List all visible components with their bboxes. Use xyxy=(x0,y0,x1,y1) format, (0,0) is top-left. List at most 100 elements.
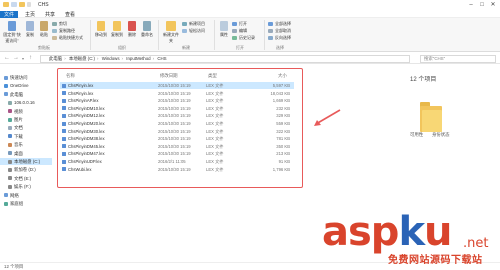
tab-file[interactable]: 文件 xyxy=(0,11,18,18)
breadcrumb-item[interactable]: Windows xyxy=(102,56,120,61)
preview-desc-label: 身份状态 xyxy=(432,132,450,137)
nav-item-label: 家庭组 xyxy=(10,201,24,206)
nav-item-label: 图片 xyxy=(14,117,23,122)
shortcut-icon xyxy=(52,36,57,40)
history-button[interactable]: 历史记录 xyxy=(232,35,255,41)
properties-button[interactable]: 属性 xyxy=(218,21,230,38)
nav-item[interactable]: OneDrive xyxy=(0,82,52,89)
nav-item[interactable]: 文档 xyxy=(0,124,52,131)
ribbon-separator xyxy=(158,20,159,50)
nav-item[interactable]: 桌面 xyxy=(0,150,52,157)
address-bar: ← → ▾ ↑ 此电脑 › 本地磁盘 (C:) › Windows › InputMe… xyxy=(0,53,500,64)
nav-item-label: 下载 xyxy=(14,133,23,139)
breadcrumb-item[interactable]: 本地磁盘 (C:) xyxy=(69,56,95,61)
nav-item-icon xyxy=(8,184,12,189)
edit-icon xyxy=(232,29,237,33)
folder-icon xyxy=(420,102,442,132)
nav-item[interactable]: 家庭组 xyxy=(0,200,52,207)
back-icon[interactable]: ← xyxy=(4,55,10,61)
nav-item[interactable]: 106.0.0.16 xyxy=(0,99,52,106)
nav-item[interactable]: 快速访问 xyxy=(0,74,52,81)
new-item-icon xyxy=(182,22,187,26)
group-clipboard-label: 剪贴板 xyxy=(38,45,50,50)
nav-item-icon xyxy=(8,134,12,139)
move-to-button[interactable]: 移动到 xyxy=(94,21,108,38)
preview-open-label: 可用性 xyxy=(410,132,424,137)
nav-item[interactable]: 音乐 xyxy=(0,141,52,148)
ribbon: 固定到"快速访问" 复制 粘贴 剪切 复制路径 粘贴快捷方式 剪贴板 移动到 复… xyxy=(0,18,500,52)
nav-item-icon xyxy=(8,125,12,130)
breadcrumb-item[interactable]: InputMethod xyxy=(126,56,150,61)
forward-icon[interactable]: → xyxy=(13,55,19,61)
nav-item-icon xyxy=(4,193,8,198)
nav-item[interactable]: 图片 xyxy=(0,116,52,123)
dropdown-icon[interactable] xyxy=(27,2,31,7)
nav-item-icon xyxy=(8,151,12,156)
open-button[interactable]: 打开 xyxy=(232,21,247,27)
nav-item[interactable]: 网络 xyxy=(0,192,52,199)
properties-icon xyxy=(220,21,228,31)
nav-item[interactable]: 本地磁盘 (C:) xyxy=(0,158,52,165)
new-item-button[interactable]: 新建项目 xyxy=(182,21,205,27)
new-folder-button[interactable]: 新建文件夹 xyxy=(162,21,180,44)
tab-view[interactable]: 查看 xyxy=(62,11,78,18)
new-folder-icon xyxy=(166,21,176,31)
paste-shortcut-button[interactable]: 粘贴快捷方式 xyxy=(52,35,83,41)
recent-dropdown-icon[interactable]: ▾ xyxy=(22,56,24,61)
nav-item-icon xyxy=(4,75,8,80)
ribbon-separator xyxy=(264,20,265,50)
path-icon xyxy=(52,29,57,33)
up-icon[interactable]: ↑ xyxy=(29,55,32,61)
scissors-icon xyxy=(52,22,57,26)
nav-item-icon xyxy=(8,176,12,181)
pin-quick-access-button[interactable]: 固定到"快速访问" xyxy=(2,21,22,44)
new-folder-icon[interactable] xyxy=(19,2,25,7)
nav-item[interactable]: 下载 xyxy=(0,133,52,140)
nav-item[interactable]: 娱乐 (F:) xyxy=(0,183,52,190)
copy-button[interactable]: 复制 xyxy=(24,21,36,38)
close-button[interactable]: ✕ xyxy=(488,1,498,9)
minimize-button[interactable]: – xyxy=(466,1,476,9)
folder-icon xyxy=(3,2,9,7)
paste-button[interactable]: 粘贴 xyxy=(38,21,50,38)
nav-item-icon xyxy=(8,109,12,114)
breadcrumb-item[interactable]: 此电脑 xyxy=(49,56,62,61)
ribbon-separator xyxy=(90,20,91,50)
ribbon-separator xyxy=(214,20,215,50)
nav-item-label: 娱乐 (F:) xyxy=(14,184,31,190)
nav-item-icon xyxy=(4,92,8,97)
nav-item-icon xyxy=(8,100,12,105)
nav-item-icon xyxy=(8,142,12,147)
window-title: CHS xyxy=(38,2,49,8)
breadcrumb[interactable]: 此电脑 › 本地磁盘 (C:) › Windows › InputMethod › CH… xyxy=(40,55,410,63)
edit-button[interactable]: 编辑 xyxy=(232,28,247,34)
properties-icon[interactable] xyxy=(11,2,17,7)
copy-to-button[interactable]: 复制到 xyxy=(110,21,124,38)
tab-home[interactable]: 主页 xyxy=(22,11,38,18)
nav-item[interactable]: 视频 xyxy=(0,108,52,115)
group-select-label: 选择 xyxy=(276,45,284,50)
select-all-button[interactable]: 全部选择 xyxy=(268,21,291,27)
invert-selection-button[interactable]: 反向选择 xyxy=(268,35,291,41)
maximize-button[interactable]: □ xyxy=(477,1,487,9)
copy-to-icon xyxy=(113,21,121,31)
select-none-button[interactable]: 全部取消 xyxy=(268,28,291,34)
select-all-icon xyxy=(268,22,273,26)
delete-button[interactable]: 删除 xyxy=(126,21,138,38)
rename-button[interactable]: 重命名 xyxy=(140,21,154,38)
copy-path-button[interactable]: 复制路径 xyxy=(52,28,75,34)
nav-item-icon xyxy=(4,83,8,88)
breadcrumb-item[interactable]: CHS xyxy=(157,56,166,61)
cut-button[interactable]: 剪切 xyxy=(52,21,67,27)
history-icon xyxy=(232,36,237,40)
watermark-subtitle: 免费网站源码下载站 xyxy=(388,255,483,266)
search-input[interactable]: 搜索"CHS" xyxy=(420,55,496,63)
group-organize-label: 组织 xyxy=(118,45,126,50)
tab-share[interactable]: 共享 xyxy=(42,11,58,18)
nav-item-label: 106.0.0.16 xyxy=(14,100,35,106)
nav-item[interactable]: 新加卷 (D:) xyxy=(0,166,52,173)
nav-item[interactable]: 文档 (E:) xyxy=(0,175,52,182)
copy-icon xyxy=(26,21,34,31)
easy-access-button[interactable]: 轻松访问 xyxy=(182,28,205,34)
nav-item[interactable]: 此电脑 xyxy=(0,91,52,98)
